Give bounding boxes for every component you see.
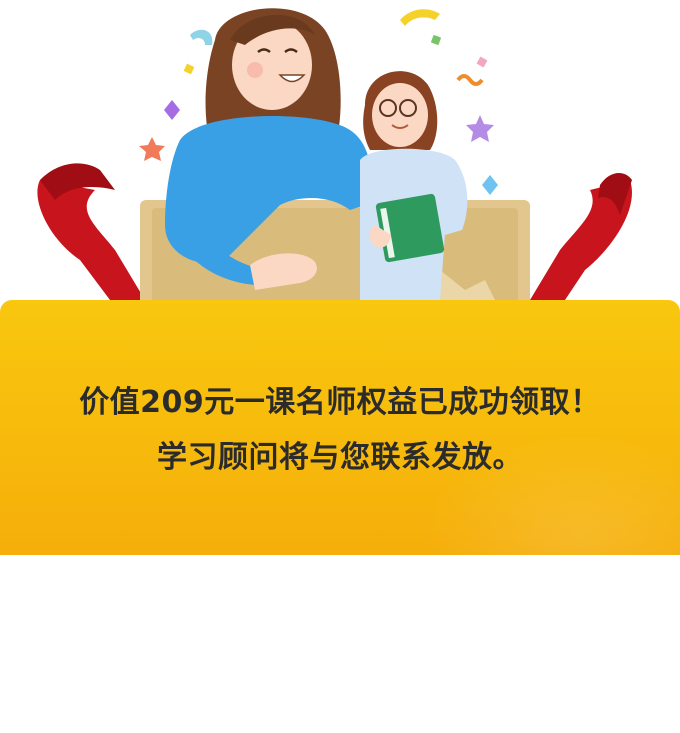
confetti-diamond-blue xyxy=(482,175,498,195)
book-icon xyxy=(375,193,445,263)
confetti-pink xyxy=(476,56,488,68)
confetti-star-purple xyxy=(466,115,494,142)
confetti-orange-squiggle xyxy=(456,74,484,86)
success-dialog: 价值209元一课名师权益已成功领取！ 学习顾问将与您联系发放。 xyxy=(0,0,680,733)
confetti-yellow-small xyxy=(183,63,195,75)
success-banner: 价值209元一课名师权益已成功领取！ 学习顾问将与您联系发放。 xyxy=(0,300,680,555)
dialog-footer xyxy=(0,555,680,733)
celebration-illustration xyxy=(37,8,632,310)
confetti-star-red xyxy=(139,137,165,161)
confetti-teal xyxy=(190,29,213,45)
message-line-1: 价值209元一课名师权益已成功领取！ xyxy=(79,385,601,420)
confetti-yellow xyxy=(400,9,440,26)
mother-cheek xyxy=(247,62,263,78)
message-line-2: 学习顾问将与您联系发放。 xyxy=(157,440,523,475)
success-message: 价值209元一课名师权益已成功领取！ 学习顾问将与您联系发放。 xyxy=(0,375,680,485)
confetti-diamond-purple xyxy=(164,100,180,120)
daughter-face xyxy=(372,83,428,147)
confetti-green xyxy=(430,34,442,46)
